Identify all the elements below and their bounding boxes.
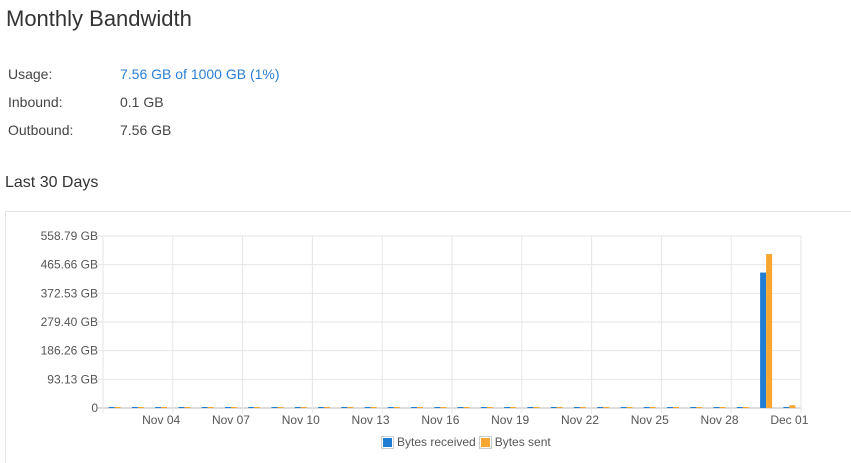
- bar-received: [550, 407, 557, 408]
- bar-sent: [370, 407, 377, 408]
- bar-received: [271, 407, 278, 408]
- bar-sent: [696, 407, 703, 408]
- bar-received: [690, 407, 697, 408]
- bar-sent: [137, 407, 144, 408]
- bar-received: [713, 407, 720, 408]
- chart-legend: Bytes received Bytes sent: [381, 435, 555, 449]
- bar-received: [527, 407, 534, 408]
- bar-sent: [254, 407, 261, 408]
- y-tick-label: 93.13 GB: [47, 372, 98, 386]
- bar-received: [318, 407, 325, 408]
- x-tick-label: Nov 10: [282, 413, 320, 427]
- bar-sent: [463, 407, 470, 408]
- bar-sent: [230, 407, 237, 408]
- bar-received: [131, 407, 138, 408]
- bar-received: [387, 407, 394, 408]
- x-tick-label: Dec 01: [770, 413, 808, 427]
- x-tick-label: Nov 28: [701, 413, 739, 427]
- bar-received: [341, 407, 348, 408]
- bar-received: [178, 407, 185, 408]
- bar-received: [108, 407, 115, 408]
- bar-received: [155, 407, 162, 408]
- bar-sent: [417, 407, 424, 408]
- bar-sent: [300, 407, 307, 408]
- bar-received: [224, 407, 231, 408]
- bar-sent: [742, 407, 749, 408]
- bar-sent: [579, 407, 586, 408]
- y-tick-label: 465.66 GB: [41, 258, 98, 272]
- x-tick-label: Nov 13: [352, 413, 390, 427]
- bar-received: [364, 407, 371, 408]
- bar-sent: [114, 407, 121, 408]
- bar-sent: [486, 407, 493, 408]
- bar-sent: [207, 407, 214, 408]
- bar-received: [643, 407, 650, 408]
- bar-received: [294, 407, 301, 408]
- bar-sent: [556, 407, 563, 408]
- y-tick-label: 372.53 GB: [41, 286, 98, 300]
- bar-received: [667, 407, 674, 408]
- y-tick-label: 0: [91, 401, 98, 415]
- bar-sent: [440, 407, 447, 408]
- x-tick-label: Nov 19: [491, 413, 529, 427]
- bar-received: [457, 407, 464, 408]
- legend-label-received: Bytes received: [397, 435, 476, 449]
- legend-label-sent: Bytes sent: [494, 435, 551, 449]
- received-swatch-icon: [381, 435, 394, 449]
- y-tick-label: 186.26 GB: [41, 344, 98, 358]
- bar-sent: [277, 407, 284, 408]
- bar-sent: [789, 405, 796, 408]
- x-tick-label: Nov 16: [421, 413, 459, 427]
- bar-received: [736, 407, 743, 408]
- bar-sent: [324, 407, 331, 408]
- bar-sent: [603, 407, 610, 408]
- bar-sent: [533, 407, 540, 408]
- bar-sent: [510, 407, 517, 408]
- bar-received: [573, 407, 580, 408]
- y-tick-label: 279.40 GB: [41, 315, 98, 329]
- x-tick-label: Nov 25: [631, 413, 669, 427]
- bar-sent: [626, 407, 633, 408]
- x-tick-label: Nov 22: [561, 413, 599, 427]
- bar-sent: [649, 407, 656, 408]
- bar-received: [434, 407, 441, 408]
- bar-received: [597, 407, 604, 408]
- legend-item-received[interactable]: Bytes received: [381, 435, 476, 449]
- bar-received: [620, 407, 627, 408]
- bar-sent: [393, 407, 400, 408]
- bar-received: [760, 272, 767, 408]
- bar-sent: [719, 407, 726, 408]
- bar-received: [783, 407, 790, 408]
- bar-received: [248, 407, 255, 408]
- bar-sent: [673, 407, 680, 408]
- y-tick-label: 558.79 GB: [41, 229, 98, 243]
- bar-received: [504, 407, 511, 408]
- x-tick-label: Nov 07: [212, 413, 250, 427]
- bar-received: [480, 407, 487, 408]
- bar-sent: [184, 407, 191, 408]
- bandwidth-chart: 0 93.13 GB 186.26 GB 279.40 GB 372.53 GB 465.…: [41, 229, 809, 427]
- bar-sent: [161, 407, 168, 408]
- bar-sent: [347, 407, 354, 408]
- bar-received: [201, 407, 208, 408]
- bar-received: [411, 407, 418, 408]
- x-tick-label: Nov 04: [142, 413, 180, 427]
- sent-swatch-icon: [478, 435, 492, 449]
- bar-sent: [766, 254, 773, 408]
- legend-item-sent[interactable]: Bytes sent: [478, 435, 551, 449]
